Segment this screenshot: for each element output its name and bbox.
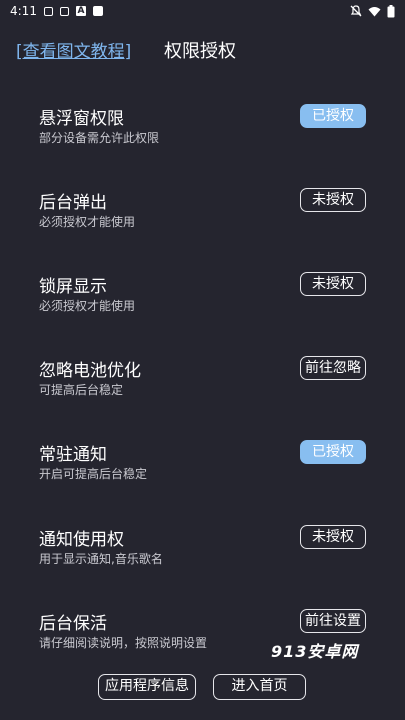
notification-access-button[interactable]: 未授权 (300, 525, 366, 549)
permission-title: 悬浮窗权限 (39, 109, 124, 129)
permission-title: 忽略电池优化 (39, 361, 141, 381)
background-popup-button[interactable]: 未授权 (300, 188, 366, 212)
tutorial-link[interactable]: [查看图文教程] (16, 37, 131, 62)
permission-desc: 可提高后台稳定 (39, 383, 124, 397)
persistent-notification-button[interactable]: 已授权 (300, 440, 366, 464)
permission-title: 通知使用权 (39, 530, 124, 550)
permission-title: 锁屏显示 (39, 277, 107, 297)
lockscreen-display-button[interactable]: 未授权 (300, 272, 366, 296)
app-info-button[interactable]: 应用程序信息 (98, 674, 196, 700)
keep-alive-settings-button[interactable]: 前往设置 (300, 609, 366, 633)
permission-row-notification: 常驻通知 开启可提高后台稳定 已授权 (0, 440, 405, 500)
status-time: 4:11 (10, 4, 37, 18)
permission-desc: 必须授权才能使用 (39, 299, 136, 313)
permission-row-background-popup: 后台弹出 必须授权才能使用 未授权 (0, 188, 405, 248)
watermark: 913安卓网 (271, 642, 359, 661)
permission-desc: 必须授权才能使用 (39, 215, 136, 229)
app-icon: A (75, 6, 86, 16)
enter-home-button[interactable]: 进入首页 (213, 674, 306, 700)
permission-row-lockscreen: 锁屏显示 必须授权才能使用 未授权 (0, 272, 405, 332)
permission-title: 常驻通知 (39, 445, 107, 465)
battery-optimization-button[interactable]: 前往忽略 (300, 356, 366, 380)
permission-desc: 用于显示通知,音乐歌名 (39, 552, 163, 566)
mail-icon (43, 6, 53, 16)
wifi-icon (368, 6, 381, 16)
header: [查看图文教程] 权限授权 (0, 30, 405, 68)
battery-icon (387, 4, 395, 17)
permission-desc: 请仔细阅读说明，按照说明设置 (39, 636, 208, 650)
overlay-permission-button[interactable]: 已授权 (300, 104, 366, 128)
permission-row-battery: 忽略电池优化 可提高后台稳定 前往忽略 (0, 356, 405, 416)
page-title: 权限授权 (164, 41, 236, 62)
permission-title: 后台弹出 (39, 193, 107, 213)
status-bar: 4:11 A (0, 0, 405, 22)
square-icon (92, 6, 103, 16)
permission-row-overlay: 悬浮窗权限 部分设备需允许此权限 已授权 (0, 104, 405, 164)
permission-desc: 开启可提高后台稳定 (39, 467, 148, 481)
permission-desc: 部分设备需允许此权限 (39, 131, 160, 145)
permission-row-notification-access: 通知使用权 用于显示通知,音乐歌名 未授权 (0, 525, 405, 585)
permission-title: 后台保活 (39, 614, 107, 634)
mute-icon (350, 5, 362, 17)
image-icon (59, 6, 69, 16)
